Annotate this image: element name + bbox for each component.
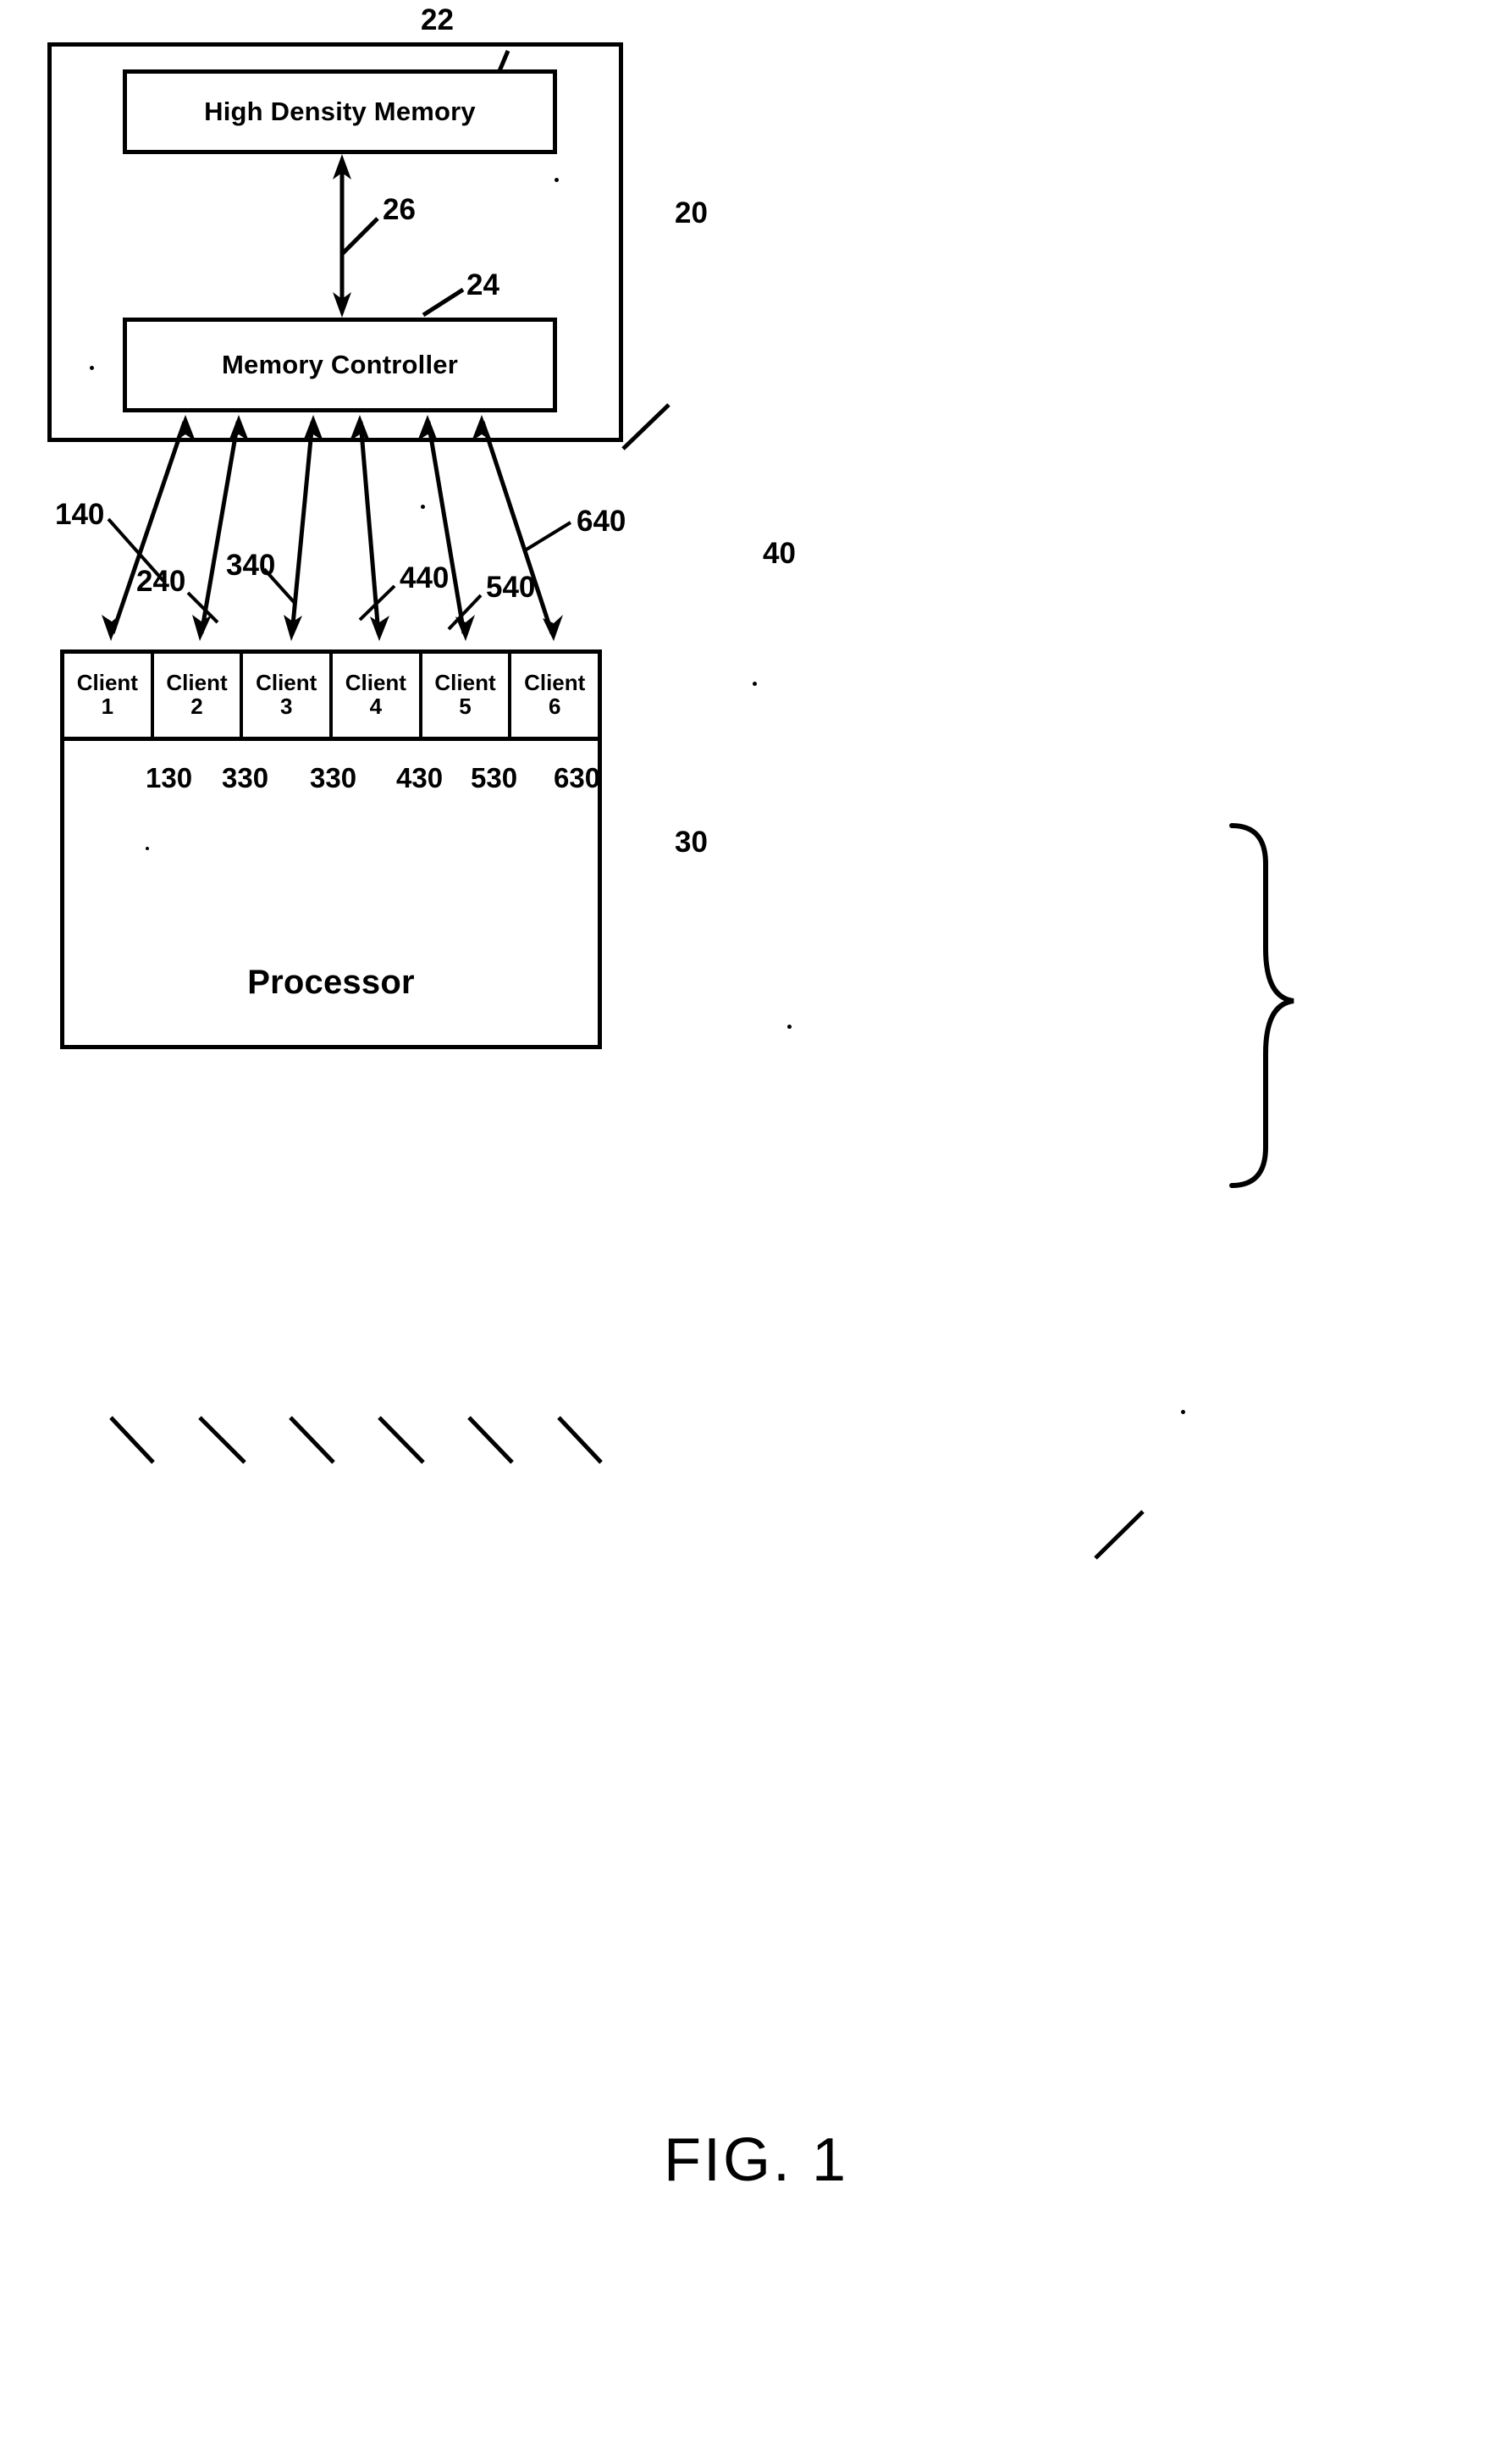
client-6-name: Client bbox=[524, 670, 586, 696]
leader-line-640 bbox=[523, 521, 572, 552]
leader-line-540 bbox=[447, 594, 483, 631]
bus-channel-340 bbox=[284, 415, 323, 641]
ref-numeral-340: 340 bbox=[226, 549, 276, 582]
client-2-number: 2 bbox=[190, 694, 203, 720]
bus-group-brace bbox=[1229, 823, 1294, 1188]
client-block-5: Client 5 bbox=[422, 654, 512, 737]
ref-numeral-40: 40 bbox=[763, 537, 796, 570]
client-block-3: Client 3 bbox=[243, 654, 334, 737]
bus-channel-640 bbox=[472, 415, 563, 641]
ref-numeral-330b: 330 bbox=[310, 762, 357, 793]
client-6-number: 6 bbox=[548, 694, 561, 720]
bus-channel-440 bbox=[350, 415, 389, 641]
ref-numeral-30: 30 bbox=[675, 826, 708, 859]
bus-channel-140 bbox=[102, 415, 196, 641]
client-block-4: Client 4 bbox=[333, 654, 422, 737]
ref-numeral-630: 630 bbox=[554, 762, 601, 793]
client-5-number: 5 bbox=[459, 694, 472, 720]
leader-line-530 bbox=[467, 1416, 514, 1464]
leader-line-630 bbox=[557, 1416, 603, 1464]
high-density-memory-block: High Density Memory bbox=[123, 69, 557, 154]
leader-line-240 bbox=[186, 591, 219, 624]
leader-line-330a bbox=[198, 1416, 246, 1464]
ref-numeral-26: 26 bbox=[383, 193, 416, 226]
ref-numeral-24: 24 bbox=[466, 268, 499, 301]
leader-line-430 bbox=[378, 1416, 425, 1464]
scan-speck bbox=[555, 178, 559, 182]
scan-speck bbox=[421, 505, 425, 509]
figure-canvas: High Density Memory Memory Controller Pr… bbox=[0, 0, 1512, 2454]
leader-line-30 bbox=[1094, 1510, 1145, 1560]
client-block-6: Client 6 bbox=[511, 654, 599, 737]
client-strip: Client 1 Client 2 Client 3 Client 4 Clie… bbox=[60, 649, 602, 741]
client-3-number: 3 bbox=[279, 694, 293, 720]
client-3-name: Client bbox=[256, 670, 317, 696]
client-5-name: Client bbox=[434, 670, 496, 696]
scan-speck bbox=[90, 366, 94, 370]
memory-controller-block: Memory Controller bbox=[123, 318, 557, 412]
scan-speck bbox=[753, 682, 757, 686]
client-4-number: 4 bbox=[369, 694, 383, 720]
client-block-2: Client 2 bbox=[153, 654, 244, 737]
leader-line-20 bbox=[621, 403, 670, 450]
memory-controller-label: Memory Controller bbox=[222, 349, 458, 379]
ref-numeral-430: 430 bbox=[396, 762, 444, 793]
scan-speck bbox=[787, 1025, 792, 1029]
bus-channel-540 bbox=[417, 415, 475, 641]
client-block-1: Client 1 bbox=[64, 654, 154, 737]
ref-numeral-240: 240 bbox=[136, 565, 186, 598]
client-1-number: 1 bbox=[101, 694, 114, 720]
processor-label: Processor bbox=[247, 964, 415, 1001]
ref-numeral-640: 640 bbox=[577, 505, 626, 538]
ref-numeral-130: 130 bbox=[146, 762, 193, 793]
leader-line-440 bbox=[358, 584, 396, 622]
high-density-memory-label: High Density Memory bbox=[204, 96, 476, 126]
leader-line-330b bbox=[289, 1416, 335, 1464]
ref-numeral-330a: 330 bbox=[222, 762, 269, 793]
client-4-name: Client bbox=[345, 670, 406, 696]
ref-numeral-540: 540 bbox=[486, 571, 536, 604]
bus-channel-240 bbox=[192, 415, 249, 641]
ref-numeral-530: 530 bbox=[471, 762, 518, 793]
ref-numeral-440: 440 bbox=[400, 561, 450, 594]
scan-speck bbox=[1181, 1410, 1185, 1414]
ref-numeral-140: 140 bbox=[55, 498, 105, 531]
client-2-name: Client bbox=[166, 670, 228, 696]
ref-numeral-20: 20 bbox=[675, 196, 708, 229]
ref-numeral-22: 22 bbox=[421, 3, 454, 36]
client-1-name: Client bbox=[76, 670, 138, 696]
scan-speck bbox=[146, 847, 149, 850]
leader-line-130 bbox=[109, 1416, 155, 1464]
figure-caption: FIG. 1 bbox=[663, 2126, 849, 2194]
